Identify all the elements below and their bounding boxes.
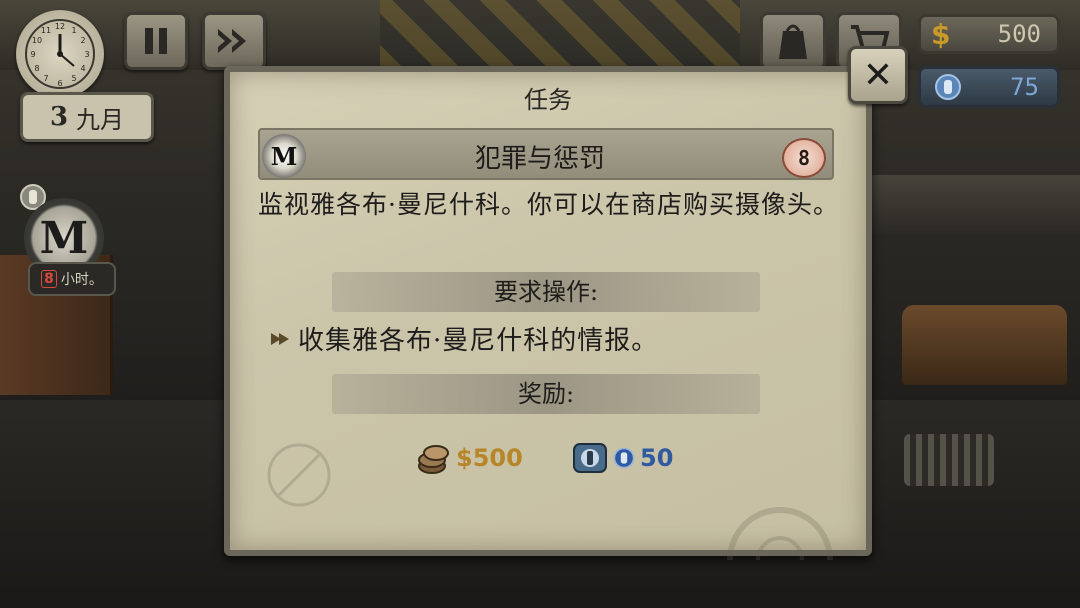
shelf bbox=[870, 175, 1080, 235]
date-month: 九月 bbox=[76, 105, 125, 134]
svg-text:6: 6 bbox=[57, 79, 62, 88]
bed[interactable] bbox=[902, 305, 1067, 385]
reputation-emblem-icon bbox=[613, 447, 635, 469]
svg-text:3: 3 bbox=[84, 50, 89, 59]
svg-text:2: 2 bbox=[80, 36, 85, 45]
inventory-bag-icon bbox=[779, 24, 807, 59]
arrow-bullet-icon bbox=[271, 332, 289, 345]
date-display: 3 九月 bbox=[20, 92, 154, 142]
svg-text:4: 4 bbox=[80, 64, 85, 73]
reward-money-value: $500 bbox=[456, 444, 523, 472]
timer-unit: 小时。 bbox=[60, 272, 103, 288]
reward-money: $500 bbox=[416, 440, 523, 476]
pause-icon bbox=[145, 28, 167, 54]
close-button[interactable]: ✕ bbox=[848, 46, 908, 104]
reputation-counter: 75 bbox=[918, 66, 1060, 108]
reputation-badge-icon bbox=[573, 443, 607, 473]
warning-stripes bbox=[380, 0, 740, 70]
task-name: 犯罪与惩罚 bbox=[474, 144, 605, 174]
date-day: 3 bbox=[49, 102, 69, 132]
svg-text:12: 12 bbox=[55, 22, 65, 31]
dollar-icon: $ bbox=[931, 17, 951, 51]
rewards-heading: 奖励: bbox=[332, 374, 760, 414]
pause-button[interactable] bbox=[124, 12, 188, 70]
fast-forward-icon bbox=[218, 29, 246, 53]
svg-text:7: 7 bbox=[43, 74, 48, 83]
svg-text:1: 1 bbox=[71, 26, 76, 35]
reward-reputation-value: 50 bbox=[640, 444, 674, 472]
coins-icon bbox=[418, 445, 449, 474]
side-task-timer: 8 小时。 bbox=[28, 262, 116, 296]
clock-icon: 12 1 2 345 678 9 10 11 bbox=[16, 10, 104, 98]
reputation-emblem-icon bbox=[935, 74, 961, 100]
money-counter: $ 500 bbox=[918, 14, 1060, 54]
requirement-text: 收集雅各布·曼尼什科的情报。 bbox=[298, 326, 659, 356]
gear-watermark-icon bbox=[727, 507, 833, 560]
svg-text:5: 5 bbox=[71, 74, 76, 83]
money-value: 500 bbox=[997, 20, 1041, 48]
svg-text:11: 11 bbox=[41, 26, 51, 35]
task-description: 监视雅各布·曼尼什科。你可以在商店购买摄像头。 bbox=[258, 190, 839, 219]
reward-reputation: 50 bbox=[572, 440, 673, 476]
inventory-button[interactable] bbox=[760, 12, 826, 70]
dialog-title: 任务 bbox=[524, 86, 572, 114]
requirement-item: 收集雅各布·曼尼什科的情报。 bbox=[270, 320, 658, 357]
compass-watermark-icon bbox=[267, 443, 331, 507]
close-icon: ✕ bbox=[862, 54, 894, 96]
air-vent[interactable] bbox=[904, 434, 994, 486]
task-duration-badge: 8 bbox=[782, 138, 826, 178]
fast-forward-button[interactable] bbox=[202, 12, 266, 70]
timer-number: 8 bbox=[41, 270, 57, 288]
reputation-value: 75 bbox=[1010, 73, 1039, 101]
requirements-heading: 要求操作: bbox=[332, 272, 760, 312]
svg-text:10: 10 bbox=[32, 36, 42, 45]
svg-text:9: 9 bbox=[30, 50, 35, 59]
svg-text:8: 8 bbox=[34, 64, 39, 73]
